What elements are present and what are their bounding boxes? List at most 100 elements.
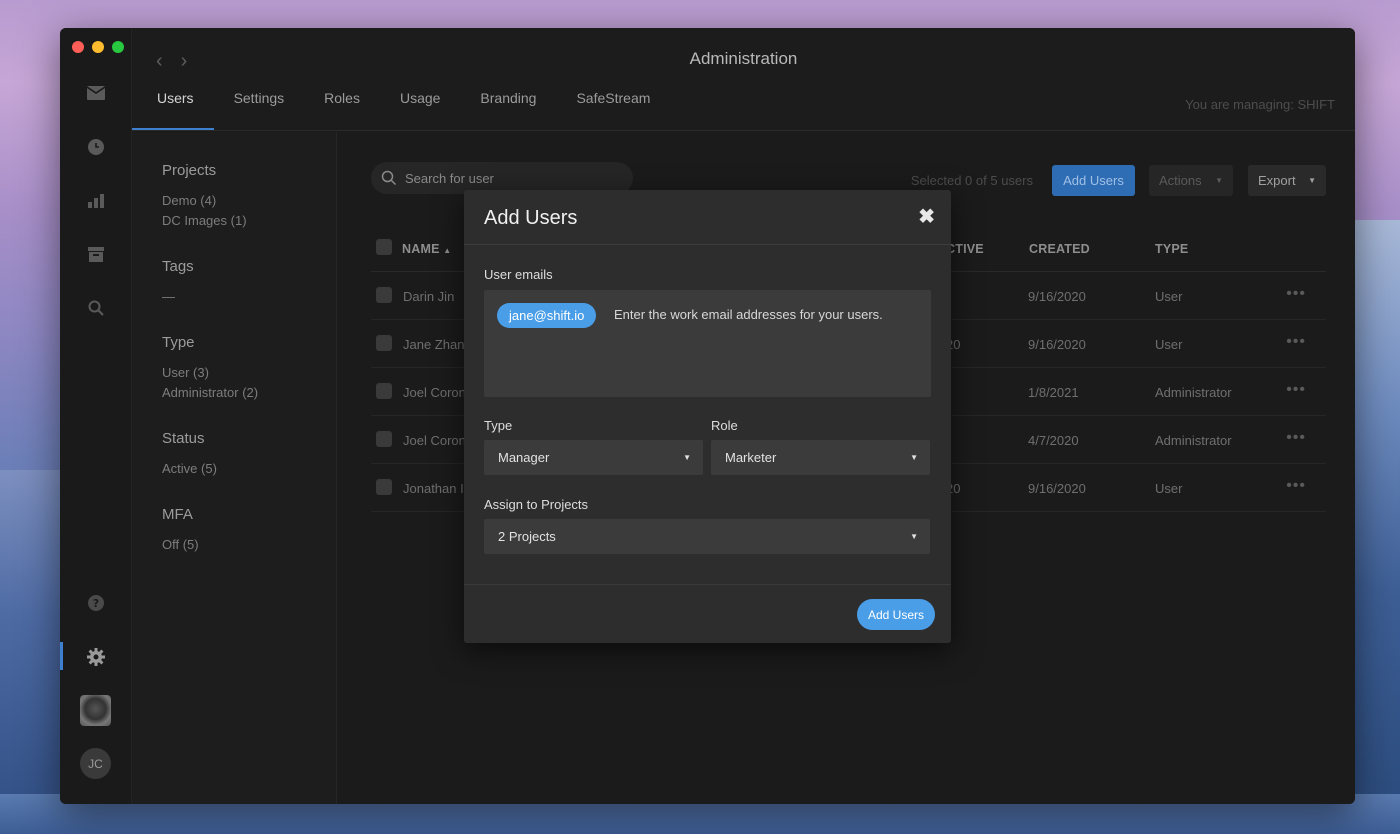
tab-users[interactable]: Users (132, 80, 214, 130)
tab-settings[interactable]: Settings (214, 80, 305, 130)
user-name: Joel Coron (403, 385, 466, 400)
filter-group-projects: Projects Demo (4) DC Images (1) (162, 162, 306, 228)
search-placeholder: Search for user (405, 170, 494, 186)
email-input[interactable]: jane@shift.io Enter the work email addre… (484, 290, 931, 397)
projects-select[interactable]: 2 Projects ▼ (484, 519, 930, 554)
caret-down-icon: ▼ (910, 453, 918, 462)
more-options-icon[interactable]: ••• (1286, 429, 1306, 447)
row-checkbox[interactable] (376, 335, 392, 351)
actions-label: Actions (1159, 173, 1202, 188)
column-header-created[interactable]: CREATED (1029, 242, 1090, 256)
window-controls (72, 41, 124, 53)
filter-item[interactable]: Demo (4) (162, 193, 306, 208)
caret-down-icon: ▼ (683, 453, 691, 462)
admin-tabs: Users Settings Roles Usage Branding Safe… (132, 80, 670, 130)
tab-branding[interactable]: Branding (460, 80, 556, 130)
selection-count: Selected 0 of 5 users (910, 173, 1033, 188)
close-icon[interactable]: ✖ (918, 204, 935, 229)
clock-icon[interactable] (84, 135, 108, 159)
filter-title: Projects (162, 162, 217, 179)
email-hint: Enter the work email addresses for your … (614, 307, 883, 322)
caret-down-icon: ▼ (910, 532, 918, 541)
user-type: Administrator (1155, 433, 1232, 448)
filter-title: Status (162, 430, 205, 447)
wallpaper-mountain-left (0, 470, 62, 834)
workspace-avatar[interactable] (80, 695, 111, 726)
column-header-name[interactable]: NAME ▲ (402, 242, 451, 256)
search-icon (381, 170, 397, 186)
type-select[interactable]: Manager ▼ (484, 440, 703, 475)
more-options-icon[interactable]: ••• (1286, 477, 1306, 495)
filter-item: — (162, 289, 175, 304)
actions-dropdown[interactable]: Actions ▼ (1149, 165, 1233, 196)
filter-group-mfa: MFA Off (5) (162, 506, 306, 552)
more-options-icon[interactable]: ••• (1286, 381, 1306, 399)
top-bar: ‹ › Administration Users Settings Roles … (132, 28, 1355, 131)
filter-title: MFA (162, 506, 193, 523)
role-select[interactable]: Marketer ▼ (711, 440, 930, 475)
row-checkbox[interactable] (376, 431, 392, 447)
select-all-checkbox[interactable] (376, 239, 392, 255)
more-options-icon[interactable]: ••• (1286, 333, 1306, 351)
search-icon[interactable] (84, 296, 108, 320)
created-date: 4/7/2020 (1028, 433, 1079, 448)
minimize-window-button[interactable] (92, 41, 104, 53)
user-type: User (1155, 289, 1183, 304)
managing-account-label: You are managing: SHIFT (1185, 97, 1335, 112)
filter-group-type: Type User (3) Administrator (2) (162, 334, 306, 400)
close-window-button[interactable] (72, 41, 84, 53)
user-type: User (1155, 481, 1183, 496)
user-name: Darin Jin (403, 289, 455, 304)
created-date: 9/16/2020 (1028, 289, 1086, 304)
type-value: Manager (498, 450, 550, 465)
assign-projects-label: Assign to Projects (484, 497, 589, 512)
icon-rail: ? JC (60, 28, 132, 804)
type-label: Type (484, 418, 513, 433)
svg-text:?: ? (93, 597, 99, 610)
tab-roles[interactable]: Roles (304, 80, 380, 130)
filter-title: Tags (162, 258, 194, 275)
more-options-icon[interactable]: ••• (1286, 285, 1306, 303)
caret-down-icon: ▼ (1308, 176, 1316, 185)
user-avatar[interactable]: JC (80, 748, 111, 779)
filter-group-status: Status Active (5) (162, 430, 306, 476)
filter-item[interactable]: User (3) (162, 365, 306, 380)
submit-add-users-button[interactable]: Add Users (857, 599, 935, 630)
email-chip[interactable]: jane@shift.io (497, 303, 597, 328)
created-date: 9/16/2020 (1028, 481, 1086, 496)
help-icon[interactable]: ? (84, 591, 108, 615)
add-users-button[interactable]: Add Users (1052, 165, 1135, 196)
filter-item[interactable]: Active (5) (162, 461, 306, 476)
filter-sidebar: Projects Demo (4) DC Images (1) Tags — T… (132, 132, 337, 804)
created-date: 9/16/2020 (1028, 337, 1086, 352)
tab-usage[interactable]: Usage (380, 80, 460, 130)
user-name: Jane Zhan (403, 337, 465, 352)
user-name: Jonathan I (403, 481, 464, 496)
row-checkbox[interactable] (376, 287, 392, 303)
filter-item[interactable]: Administrator (2) (162, 385, 306, 400)
row-checkbox[interactable] (376, 479, 392, 495)
dialog-header: Add Users ✖ (464, 190, 951, 245)
user-type: Administrator (1155, 385, 1232, 400)
sort-ascending-icon: ▲ (443, 246, 452, 255)
role-value: Marketer (725, 450, 777, 465)
tab-safestream[interactable]: SafeStream (556, 80, 670, 130)
add-users-dialog: Add Users ✖ User emails jane@shift.io En… (464, 190, 951, 643)
caret-down-icon: ▼ (1215, 176, 1223, 185)
mail-icon[interactable] (84, 81, 108, 105)
export-dropdown[interactable]: Export ▼ (1248, 165, 1326, 196)
filter-item[interactable]: Off (5) (162, 537, 306, 552)
projects-value: 2 Projects (498, 529, 556, 544)
analytics-icon[interactable] (84, 189, 108, 213)
gear-icon[interactable] (84, 645, 108, 669)
column-header-last-active[interactable]: CTIVE (946, 242, 984, 256)
zoom-window-button[interactable] (112, 41, 124, 53)
filter-item[interactable]: DC Images (1) (162, 213, 306, 228)
user-type: User (1155, 337, 1183, 352)
row-checkbox[interactable] (376, 383, 392, 399)
dialog-title: Add Users (484, 207, 578, 229)
dialog-divider (464, 584, 951, 585)
role-label: Role (711, 418, 738, 433)
archive-icon[interactable] (84, 242, 108, 266)
column-header-type[interactable]: TYPE (1155, 242, 1188, 256)
